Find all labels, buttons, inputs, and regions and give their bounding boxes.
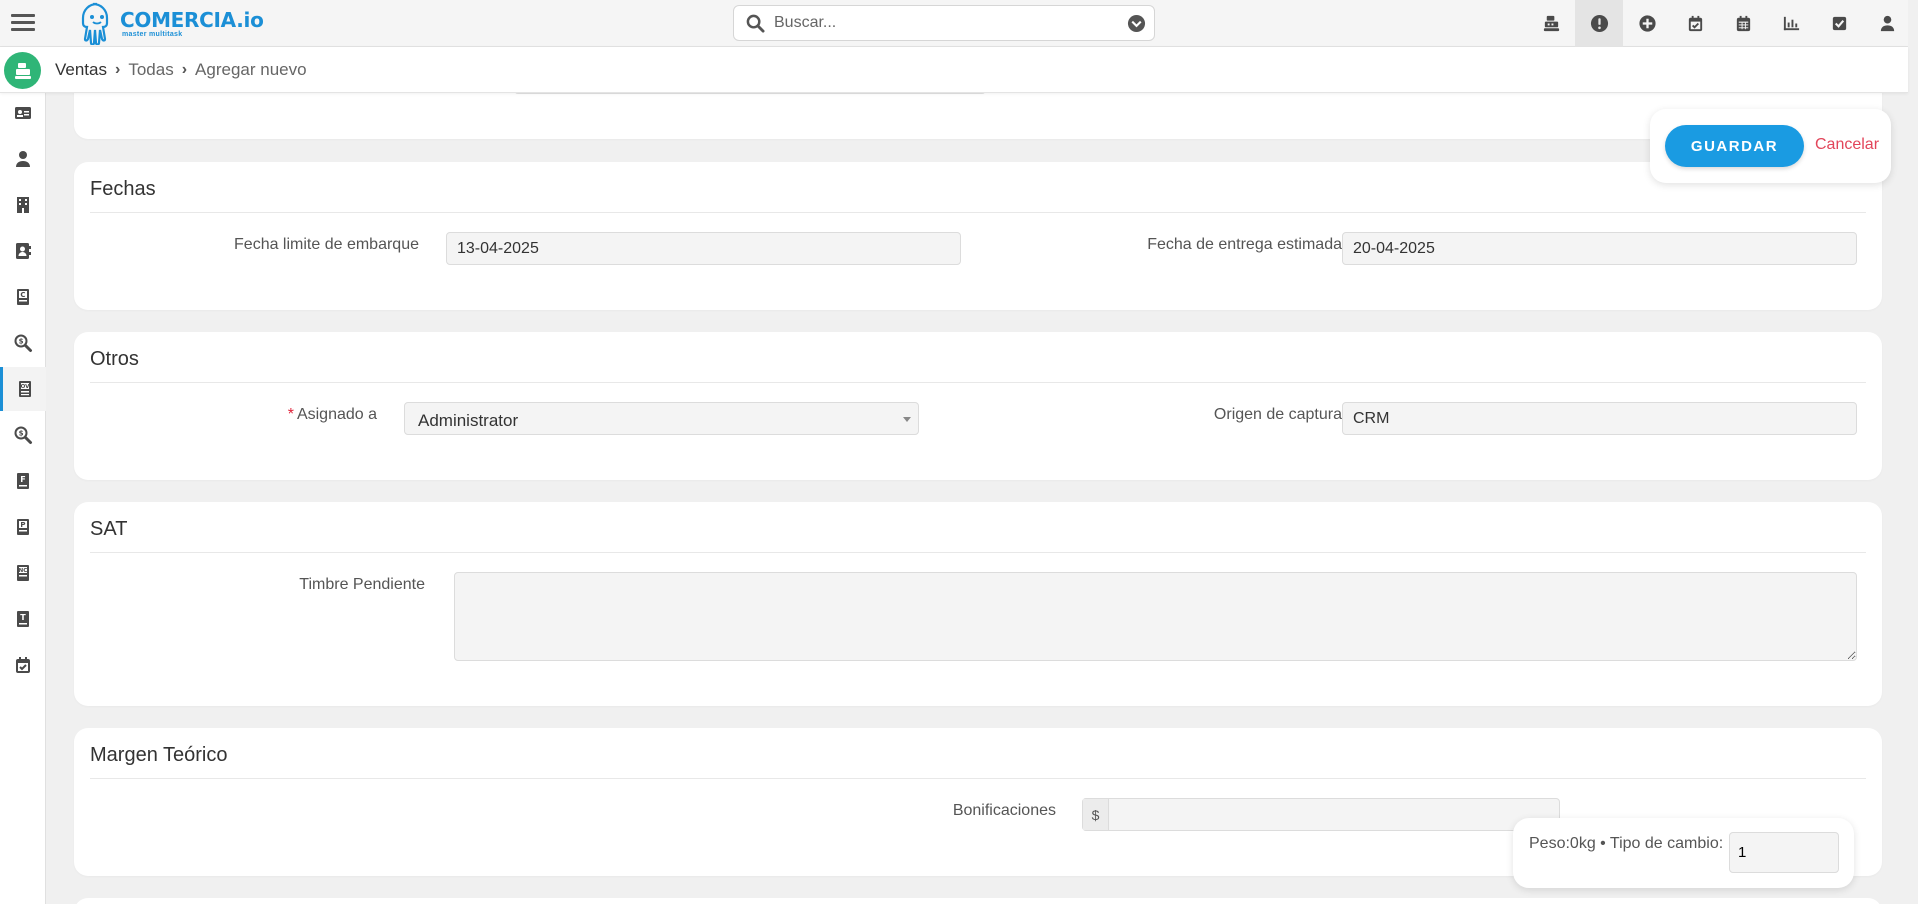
menu-icon[interactable] — [11, 11, 35, 35]
section-title: Margen Teórico — [90, 744, 228, 766]
breadcrumb-current: Agregar nuevo — [195, 60, 307, 79]
divider — [90, 212, 1866, 213]
divider — [90, 552, 1866, 553]
asignado-value: Administrator — [418, 411, 519, 430]
chart-icon[interactable] — [1767, 0, 1815, 47]
credit-note-icon[interactable]: NC — [0, 551, 46, 595]
sidebar: C $ OV $ F P NC T — [0, 93, 46, 904]
document-c-icon[interactable]: C — [0, 275, 46, 319]
bonificaciones-field[interactable]: $ — [1082, 798, 1560, 831]
asignado-label-text: Asignado a — [296, 406, 377, 423]
peso-tipo-cambio-label: Peso:0kg • Tipo de cambio: — [1529, 835, 1724, 852]
divider — [90, 778, 1866, 779]
cash-register-icon[interactable] — [1527, 0, 1575, 47]
global-search[interactable] — [733, 5, 1155, 41]
breadcrumb-module[interactable]: Ventas — [55, 60, 107, 80]
divider — [90, 382, 1866, 383]
search-icon — [746, 14, 765, 33]
svg-text:P: P — [20, 521, 25, 529]
logo-name: COMERCIA.io — [120, 7, 264, 32]
currency-addon: $ — [1083, 799, 1109, 830]
chevron-down-circle-icon[interactable] — [1127, 14, 1146, 33]
search-money-icon[interactable]: $ — [0, 413, 46, 457]
asignado-label: * Asignado a — [154, 406, 377, 424]
svg-text:$: $ — [19, 430, 24, 438]
sat-panel: SAT Timbre Pendiente — [74, 502, 1882, 706]
chevron-right-icon: › — [181, 61, 188, 78]
bonificaciones-label: Bonificaciones — [952, 802, 1056, 819]
weight-exchange-float: Peso:0kg • Tipo de cambio: — [1513, 818, 1854, 888]
fecha-limite-input[interactable] — [446, 232, 961, 265]
origen-label: Origen de captura — [1213, 406, 1342, 423]
otros-panel: Otros * Asignado a Administrator Origen d… — [74, 332, 1882, 480]
header-toolbar — [1527, 0, 1911, 47]
svg-text:C: C — [20, 291, 25, 299]
caret-down-icon — [903, 417, 911, 422]
actions-float: GUARDAR Cancelar — [1650, 109, 1891, 183]
origen-input[interactable] — [1342, 402, 1857, 435]
calendar-icon[interactable] — [1719, 0, 1767, 47]
document-p-icon[interactable]: P — [0, 505, 46, 549]
logo[interactable]: COMERCIA.io master multitask — [78, 1, 264, 45]
save-button[interactable]: GUARDAR — [1665, 125, 1804, 167]
alert-icon[interactable] — [1575, 0, 1623, 47]
svg-text:T: T — [20, 613, 26, 622]
fechas-panel: Fechas Fecha limite de embarque Fecha de… — [74, 162, 1882, 310]
user-icon[interactable] — [1863, 0, 1911, 47]
next-section-panel — [74, 898, 1882, 904]
octopus-logo-icon — [81, 2, 109, 45]
sales-module-icon[interactable] — [4, 52, 41, 89]
top-bar: COMERCIA.io master multitask — [0, 0, 1908, 47]
svg-text:F: F — [20, 475, 25, 484]
section-title: SAT — [90, 518, 128, 540]
sales-order-icon[interactable]: OV — [0, 367, 46, 411]
fecha-limite-label: Fecha limite de embarque — [234, 236, 419, 253]
svg-text:$: $ — [19, 338, 24, 346]
contacts-icon[interactable] — [0, 229, 46, 273]
timbre-label: Timbre Pendiente — [299, 576, 425, 593]
document-t-icon[interactable]: T — [0, 597, 46, 641]
cancel-link[interactable]: Cancelar — [1815, 136, 1879, 154]
search-input[interactable] — [774, 6, 1114, 40]
section-title: Otros — [90, 348, 139, 370]
svg-text:OV: OV — [20, 384, 30, 390]
breadcrumb: Ventas › Todas › Agregar nuevo — [55, 60, 307, 80]
checkbox-icon[interactable] — [1815, 0, 1863, 47]
calendar-check-icon[interactable] — [0, 643, 46, 687]
add-icon[interactable] — [1623, 0, 1671, 47]
building-icon[interactable] — [0, 183, 46, 227]
fecha-entrega-label: Fecha de entrega estimada — [1147, 236, 1342, 253]
fecha-entrega-input[interactable] — [1342, 232, 1857, 265]
chevron-right-icon: › — [115, 61, 121, 78]
section-title: Fechas — [90, 178, 156, 200]
search-dollar-icon[interactable]: $ — [0, 321, 46, 365]
tipo-cambio-input[interactable] — [1729, 832, 1839, 873]
contact-card-icon[interactable] — [0, 91, 46, 135]
invoice-icon[interactable]: F — [0, 459, 46, 503]
asignado-select[interactable]: Administrator — [404, 402, 919, 435]
logo-tagline: master multitask — [122, 30, 183, 38]
required-marker: * — [287, 406, 294, 423]
bonificaciones-input[interactable] — [1109, 799, 1559, 830]
person-icon[interactable] — [0, 137, 46, 181]
breadcrumb-all[interactable]: Todas — [128, 60, 173, 80]
svg-text:NC: NC — [19, 568, 28, 574]
timbre-textarea[interactable] — [454, 572, 1857, 661]
breadcrumb-bar: Ventas › Todas › Agregar nuevo — [0, 47, 1908, 93]
calendar-check-icon[interactable] — [1671, 0, 1719, 47]
